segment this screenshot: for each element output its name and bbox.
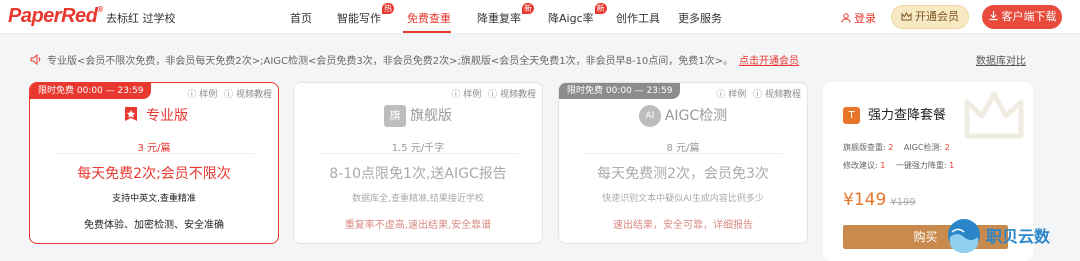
hot-badge: 热 <box>382 3 394 14</box>
card-price: 3 元/篇 <box>137 143 171 154</box>
top-navbar: PaperRed® 去标红 过学校 首页 智能写作热 免费查重 降重复率新 降A… <box>0 0 1080 34</box>
card-links: ⓘ 样例 ⓘ 视频教程 <box>451 87 536 100</box>
card-professional[interactable]: 限时免费 00:00 — 23:59 ⓘ 样例 ⓘ 视频教程 专业版 3 元/篇… <box>29 82 279 244</box>
registered-mark: ® <box>97 5 103 14</box>
card-aigc-detection[interactable]: 限时免费 00:00 — 23:59 ⓘ 样例 ⓘ 视频教程 AI AIGC检测 … <box>558 82 808 244</box>
crown-watermark-icon <box>964 91 1024 139</box>
speaker-icon <box>30 53 41 66</box>
nav-home[interactable]: 首页 <box>290 10 312 26</box>
card-headline: 每天免费测2次，会员免3次 <box>597 166 769 182</box>
notice-text: 专业版<会员不限次免费，非会员每天免费2次>;AIGC检测<会员免费3次，非会员… <box>47 56 734 67</box>
logo-text: PaperRed <box>8 5 98 27</box>
card-feature: 快速识别文本中疑似AI生成内容比例多少 <box>602 194 764 204</box>
info-icon: ⓘ <box>224 90 234 100</box>
card-benefits: 免费体验、加密检测、安全准确 <box>84 220 224 231</box>
database-compare-link[interactable]: 数据库对比 <box>976 52 1026 67</box>
open-vip-link[interactable]: 点击开通会员 <box>739 56 799 67</box>
info-icon: ⓘ <box>488 90 498 100</box>
video-tutorial-link[interactable]: ⓘ 视频教程 <box>753 90 801 100</box>
new-badge: 新 <box>522 3 534 14</box>
divider <box>318 153 518 154</box>
video-tutorial-link[interactable]: ⓘ 视频教程 <box>488 90 536 100</box>
sample-link[interactable]: ⓘ 样例 <box>187 90 217 100</box>
card-price: 8 元/篇 <box>666 143 700 154</box>
nav-creative-tools[interactable]: 创作工具 <box>616 10 660 26</box>
user-icon <box>841 13 851 23</box>
free-time-tag: 限时免费 00:00 — 23:59 <box>30 83 152 99</box>
slogan: 去标红 过学校 <box>106 12 176 25</box>
package-title: T 强力查降套餐 <box>843 104 946 124</box>
card-title: 专业版 <box>30 105 278 129</box>
video-tutorial-link[interactable]: ⓘ 视频教程 <box>224 90 272 100</box>
card-benefits: 速出结果，安全可靠，详细报告 <box>613 220 753 231</box>
paperred-logo[interactable]: PaperRed® <box>8 5 103 28</box>
card-price: 1.5 元/千字 <box>391 143 445 154</box>
nav-free-check[interactable]: 免费查重 <box>407 10 451 26</box>
card-title: 旗旗舰版 <box>294 105 542 129</box>
buy-button[interactable]: 购买 <box>843 225 1008 249</box>
notice-bar: 专业版<会员不限次免费，非会员每天免费2次>;AIGC检测<会员免费3次，非会员… <box>30 52 799 67</box>
info-icon: ⓘ <box>753 90 763 100</box>
crown-icon <box>901 11 912 21</box>
package-price: ¥149 ¥199 <box>843 190 916 210</box>
info-icon: ⓘ <box>187 90 197 100</box>
package-item-row: 旗舰版查重: 2 AIGC检测: 2 <box>843 143 950 152</box>
info-icon: ⓘ <box>716 90 726 100</box>
nav-more-services[interactable]: 更多服务 <box>678 10 722 26</box>
card-links: ⓘ 样例 ⓘ 视频教程 <box>187 87 272 100</box>
nav-smart-writing[interactable]: 智能写作热 <box>337 3 394 26</box>
card-flagship[interactable]: ⓘ 样例 ⓘ 视频教程 旗旗舰版 1.5 元/千字 8-10点限免1次,送AIG… <box>293 82 543 244</box>
sample-link[interactable]: ⓘ 样例 <box>451 90 481 100</box>
flagship-icon: 旗 <box>384 105 406 127</box>
active-tab-indicator <box>403 31 451 33</box>
nav-reduce-aigc[interactable]: 降Aigc率新 <box>548 3 607 26</box>
new-badge: 新 <box>594 3 607 14</box>
medal-star-icon <box>125 107 137 121</box>
client-download-button[interactable]: 客户端下载 <box>982 5 1062 29</box>
card-feature: 支持中英文,查重精准 <box>112 194 196 204</box>
free-time-tag: 限时免费 00:00 — 23:59 <box>559 83 681 99</box>
package-badge-icon: T <box>843 107 860 124</box>
card-title: AI AIGC检测 <box>559 105 807 129</box>
download-icon <box>989 11 997 21</box>
info-icon: ⓘ <box>451 90 461 100</box>
wave-logo-icon <box>948 219 980 253</box>
divider <box>583 153 783 154</box>
card-headline: 8-10点限免1次,送AIGC报告 <box>329 166 507 182</box>
original-price: ¥199 <box>890 197 916 208</box>
card-feature: 数据库全,查重精准,结果接近学校 <box>352 194 484 204</box>
divider <box>54 153 254 154</box>
sample-link[interactable]: ⓘ 样例 <box>716 90 746 100</box>
card-headline: 每天免费2次;会员不限次 <box>77 166 231 182</box>
package-item-row: 修改建议: 1 一键强力降重: 1 <box>843 161 955 170</box>
ai-icon: AI <box>638 105 661 127</box>
card-links: ⓘ 样例 ⓘ 视频教程 <box>716 87 801 100</box>
card-benefits: 重复率不虚高,速出结果,安全靠谱 <box>344 220 492 231</box>
nav-reduce-repeat[interactable]: 降重复率新 <box>477 3 534 26</box>
open-vip-button[interactable]: 开通会员 <box>891 5 969 29</box>
login-link[interactable]: 登录 <box>841 10 876 26</box>
